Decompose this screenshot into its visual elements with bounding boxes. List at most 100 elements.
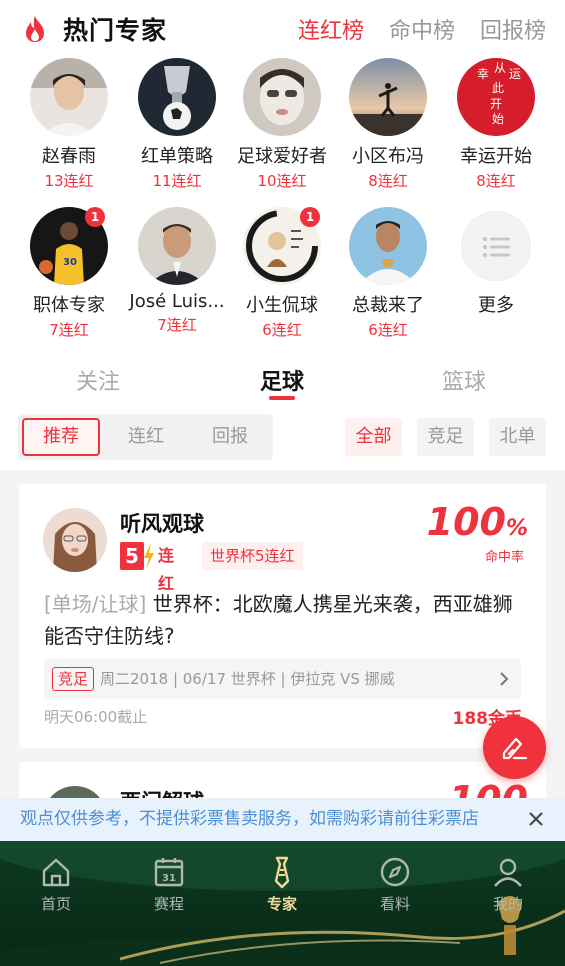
more-experts-button[interactable]: 更多 xyxy=(444,211,548,317)
expert-item[interactable]: 赵春雨 13连红 xyxy=(17,58,121,191)
filter-beidan[interactable]: 北单 xyxy=(489,418,546,456)
expert-streak: 8连红 xyxy=(368,172,408,190)
expert-item[interactable]: 总裁来了 6连红 xyxy=(336,207,440,340)
expert-item[interactable]: 足球爱好者 10连红 xyxy=(230,58,334,191)
segment-recommend[interactable]: 推荐 xyxy=(22,418,100,456)
expert-streak: 8连红 xyxy=(476,172,516,190)
more-label: 更多 xyxy=(478,295,514,316)
compass-icon xyxy=(380,857,410,887)
expert-name: 红单策略 xyxy=(141,146,213,167)
hit-rate: 100% xyxy=(427,500,528,544)
tab-basketball[interactable]: 篮球 xyxy=(442,364,486,396)
close-icon[interactable] xyxy=(527,810,545,828)
play-type-tag: [单场/让球] xyxy=(44,592,147,616)
avatar: 幸 从 运 此 开 始 xyxy=(457,58,535,136)
tab-streak-rank[interactable]: 连红榜 xyxy=(298,13,364,45)
list-icon xyxy=(461,211,531,281)
tie-icon xyxy=(274,856,290,889)
expert-name: 足球爱好者 xyxy=(237,146,327,167)
article-card[interactable]: 听风观球 5 连红 世界杯5连红 100% 命中率 [单场/让球] 世界杯：北欧… xyxy=(19,484,546,748)
top-panel: 热门专家 连红榜 命中榜 回报榜 赵春雨 13连红 红单策略 11连红 足球爱好… xyxy=(0,0,565,470)
expert-item[interactable]: José Luis... 7连红 xyxy=(125,207,229,335)
expert-name: 总裁来了 xyxy=(352,295,424,316)
hit-rate-value: 100 xyxy=(426,500,506,544)
expert-name: 小生侃球 xyxy=(246,295,318,316)
expert-streak: 6连红 xyxy=(368,321,408,339)
nav-home[interactable]: 首页 xyxy=(21,855,91,914)
avatar xyxy=(30,58,108,136)
avatar xyxy=(243,58,321,136)
nav-label: 我的 xyxy=(492,895,523,913)
nav-label: 看料 xyxy=(379,895,410,913)
publish-button[interactable] xyxy=(483,716,546,779)
avatar xyxy=(43,508,107,572)
svg-text:30: 30 xyxy=(63,257,77,268)
article-title: [单场/让球] 世界杯：北欧魔人携星光来袭，西亚雄狮能否守住防线? xyxy=(44,588,524,652)
tab-hit-rank[interactable]: 命中榜 xyxy=(389,13,455,45)
user-icon xyxy=(494,858,522,887)
expert-item[interactable]: 红单策略 11连红 xyxy=(125,58,229,191)
avatar-char: 幸 xyxy=(477,67,489,81)
segment-control: 推荐 连红 回报 xyxy=(18,414,273,460)
avatar-char: 此 xyxy=(492,81,504,95)
filter-jingzu[interactable]: 竞足 xyxy=(417,418,474,456)
nav-mine[interactable]: 我的 xyxy=(473,855,543,914)
expert-name: 赵春雨 xyxy=(42,146,96,167)
match-info-row[interactable]: 竞足 周二2018 | 06/17 世界杯 | 伊拉克 VS 挪威 xyxy=(44,659,521,699)
author-name: 听风观球 xyxy=(120,512,204,536)
expert-name: 小区布冯 xyxy=(352,146,424,167)
tab-return-rank[interactable]: 回报榜 xyxy=(480,13,546,45)
avatar-char: 运 xyxy=(509,67,521,81)
streak-number: 5 xyxy=(120,542,144,570)
notification-badge: 1 xyxy=(85,207,105,227)
deadline: 明天06:00截止 xyxy=(44,708,148,726)
expert-streak: 6连红 xyxy=(262,321,302,339)
fire-icon xyxy=(26,16,44,42)
nav-schedule[interactable]: 31 赛程 xyxy=(134,855,204,914)
header: 热门专家 连红榜 命中榜 回报榜 xyxy=(0,0,565,58)
segment-streak[interactable]: 连红 xyxy=(108,418,184,456)
expert-item[interactable]: 小区布冯 8连红 xyxy=(336,58,440,191)
expert-name: 幸运开始 xyxy=(460,146,532,167)
avatar-char: 开 xyxy=(490,97,502,111)
segment-return[interactable]: 回报 xyxy=(192,418,268,456)
hit-rate-label: 命中率 xyxy=(484,550,524,565)
nav-expert[interactable]: 专家 xyxy=(247,855,317,914)
expert-item[interactable]: 幸 从 运 此 开 始 幸运开始 8连红 xyxy=(444,58,548,191)
expert-name: José Luis... xyxy=(129,291,225,312)
filter-all[interactable]: 全部 xyxy=(345,418,402,456)
tab-football[interactable]: 足球 xyxy=(260,364,304,396)
avatar-char: 始 xyxy=(492,112,504,126)
streak-label: 连红 xyxy=(158,546,175,593)
chevron-right-icon xyxy=(500,672,509,686)
tab-follow[interactable]: 关注 xyxy=(76,364,120,396)
avatar-char: 从 xyxy=(494,61,506,75)
avatar xyxy=(138,207,216,285)
expert-streak: 13连红 xyxy=(44,172,94,190)
edit-icon xyxy=(502,737,528,760)
calendar-icon: 31 xyxy=(154,858,184,887)
match-info: 周二2018 | 06/17 世界杯 | 伊拉克 VS 挪威 xyxy=(100,670,395,688)
nav-label: 专家 xyxy=(266,895,297,913)
expert-streak: 11连红 xyxy=(152,172,202,190)
expert-item[interactable]: 30 1 职体专家 7连红 xyxy=(17,207,121,340)
page-title: 热门专家 xyxy=(63,16,168,45)
avatar xyxy=(349,58,427,136)
nav-label: 首页 xyxy=(40,895,71,913)
expert-streak: 7连红 xyxy=(49,321,89,339)
active-tab-indicator xyxy=(269,396,295,400)
expert-streak: 7连红 xyxy=(157,316,197,334)
nav-insight[interactable]: 看料 xyxy=(360,855,430,914)
home-icon xyxy=(42,858,70,887)
calendar-day: 31 xyxy=(162,873,176,884)
match-type-tag: 竞足 xyxy=(52,667,95,691)
avatar xyxy=(138,58,216,136)
bottom-nav: 首页 31 赛程 专家 看料 我的 xyxy=(0,841,565,966)
avatar xyxy=(349,207,427,285)
nav-label: 赛程 xyxy=(153,895,184,913)
event-streak-tag: 世界杯5连红 xyxy=(202,542,303,570)
disclaimer-banner: 观点仅供参考，不提供彩票售卖服务，如需购彩请前往彩票店 xyxy=(0,798,565,841)
disclaimer-text: 观点仅供参考，不提供彩票售卖服务，如需购彩请前往彩票店 xyxy=(20,809,479,829)
expert-item[interactable]: 1 小生侃球 6连红 xyxy=(230,207,334,340)
hit-rate-unit: % xyxy=(505,516,528,541)
